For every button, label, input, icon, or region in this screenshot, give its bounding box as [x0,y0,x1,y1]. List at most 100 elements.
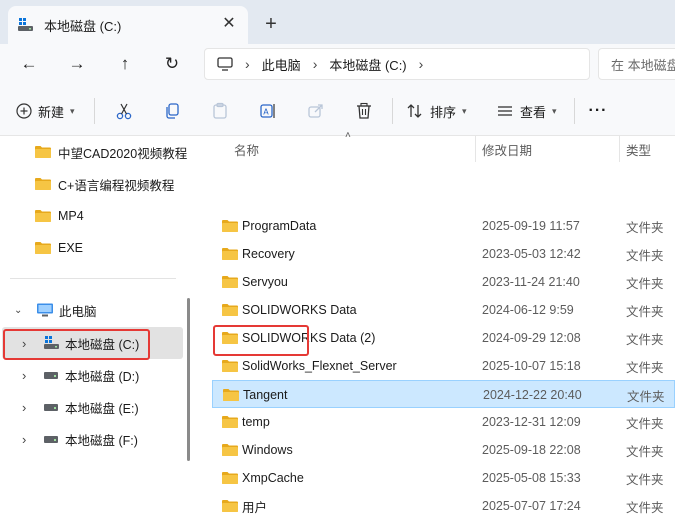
share-button[interactable] [304,96,328,126]
file-type: 文件夹 [626,416,664,431]
chevron-down-icon: ▾ [70,105,75,116]
column-divider[interactable] [619,136,620,162]
clipboard-icon [211,102,229,120]
file-modified: 2025-10-07 15:18 [482,359,581,373]
file-row[interactable]: Recovery 2023-05-03 12:42 文件夹 [212,240,675,268]
more-options-button[interactable]: ··· [584,96,612,126]
sidebar-item-folder[interactable]: EXE [0,232,184,264]
sidebar-item-drive-e[interactable]: › 本地磁盘 (E:) [0,391,184,423]
file-modified: 2023-11-24 21:40 [482,275,580,289]
file-modified: 2025-05-08 15:33 [482,471,581,485]
file-type: 文件夹 [626,332,664,347]
drive-icon [44,435,58,443]
navigation-pane: 中望CAD2020视频教程 C+语言编程视频教程 MP4 EXE ⌄ 此电脑 ›… [0,136,192,461]
file-row[interactable]: ProgramData 2025-09-19 11:57 文件夹 [212,212,675,240]
folder-icon [222,416,238,431]
new-button[interactable]: 新建 ▾ [16,96,75,126]
sidebar-item-drive-d[interactable]: › 本地磁盘 (D:) [0,359,184,391]
file-row[interactable]: 用户 2025-07-07 17:24 文件夹 [212,492,675,520]
file-modified: 2025-07-07 17:24 [482,499,581,513]
sidebar-item-label: EXE [58,241,84,255]
forward-button[interactable]: → [62,49,92,79]
trash-icon [355,102,373,120]
toolbar-divider [94,98,95,124]
file-row[interactable]: SolidWorks_Flexnet_Server 2025-10-07 15:1… [212,352,675,380]
svg-text:A: A [263,108,269,117]
file-type: 文件夹 [626,220,664,235]
tab-title: 本地磁盘 (C:) [44,18,122,34]
address-bar[interactable]: › 此电脑 › 本地磁盘 (C:) › [204,48,590,80]
sidebar-scrollbar[interactable] [187,298,190,461]
file-list: ˄ 名称 修改日期 类型 ProgramData 2025-09-19 11:57… [200,130,675,515]
folder-icon [222,248,238,263]
file-type: 文件夹 [626,444,664,459]
folder-icon [222,220,238,235]
refresh-button[interactable]: ↻ [157,49,187,79]
folder-icon [35,210,51,222]
file-type: 文件夹 [626,248,664,263]
tab-local-disk-c[interactable]: 本地磁盘 (C:) [8,6,248,44]
column-modified[interactable]: 修改日期 [482,136,532,162]
view-label: 查看 [520,104,547,120]
arrow-up-icon: ↑ [120,54,130,73]
column-divider[interactable] [475,136,476,162]
file-type: 文件夹 [627,389,665,404]
close-tab-button[interactable]: ✕ [216,10,242,36]
sidebar-item-folder[interactable]: C+语言编程视频教程 [0,168,184,200]
file-modified: 2023-05-03 12:42 [482,247,581,261]
sidebar-item-this-pc[interactable]: ⌄ 此电脑 [0,294,184,326]
sort-icon [406,102,424,120]
breadcrumb-local-disk-c[interactable]: 本地磁盘 (C:) [329,55,406,74]
chevron-right-icon: › [245,56,250,72]
sidebar-item-label: 此电脑 [59,304,97,319]
sidebar-item-label: 本地磁盘 (D:) [65,369,140,384]
file-row[interactable]: XmpCache 2025-05-08 15:33 文件夹 [212,464,675,492]
sidebar-item-drive-f[interactable]: › 本地磁盘 (F:) [0,423,184,455]
refresh-icon: ↻ [164,54,180,73]
tab-bar: 本地磁盘 (C:) ✕ + [0,0,675,44]
search-input[interactable]: 在 本地磁盘 [598,48,675,80]
column-name[interactable]: 名称 [234,136,259,162]
file-row[interactable]: Tangent 2024-12-22 20:40 文件夹 [212,380,675,408]
sort-ascending-icon: ˄ [345,130,351,141]
column-type[interactable]: 类型 [626,136,651,162]
folder-icon [222,276,238,291]
view-button[interactable]: 查看 ▾ [496,96,557,126]
chevron-right-icon: › [22,399,27,415]
folder-icon [222,472,238,487]
breadcrumb-this-pc[interactable]: 此电脑 [262,55,301,74]
file-row[interactable]: SOLIDWORKS Data 2024-06-12 9:59 文件夹 [212,296,675,324]
file-modified: 2025-09-18 22:08 [482,443,581,457]
file-row[interactable]: Servyou 2023-11-24 21:40 文件夹 [212,268,675,296]
file-row[interactable]: Windows 2025-09-18 22:08 文件夹 [212,436,675,464]
file-modified: 2023-12-31 12:09 [482,415,581,429]
sidebar-item-folder[interactable]: MP4 [0,200,184,232]
file-name: XmpCache [242,471,304,485]
file-type: 文件夹 [626,500,664,515]
delete-button[interactable] [352,96,376,126]
sort-label: 排序 [430,104,457,120]
sidebar-item-label: C+语言编程视频教程 [58,178,175,193]
file-modified: 2024-06-12 9:59 [482,303,574,317]
chevron-down-icon: ⌄ [14,304,23,316]
chevron-right-icon[interactable]: › [419,56,424,72]
share-icon [307,102,325,120]
back-button[interactable]: ← [14,49,44,79]
paste-button[interactable] [208,96,232,126]
sort-button[interactable]: 排序 ▾ [406,96,467,126]
new-tab-button[interactable]: + [256,9,286,39]
plus-icon: + [265,12,277,35]
file-name: temp [242,415,270,429]
file-name: Tangent [243,388,288,402]
sidebar-item-folder[interactable]: 中望CAD2020视频教程 [0,136,187,168]
file-row[interactable]: temp 2023-12-31 12:09 文件夹 [212,408,675,436]
column-header: ˄ 名称 修改日期 类型 [200,130,675,162]
command-bar: 新建 ▾ A 排序 ▾ 查看 ▾ ··· [0,84,675,136]
up-button[interactable]: ↑ [110,49,140,79]
copy-button[interactable] [160,96,184,126]
rename-button[interactable]: A [256,96,280,126]
folder-icon [222,304,238,319]
chevron-down-icon: ▾ [462,105,467,116]
file-modified: 2024-09-29 12:08 [482,331,581,345]
cut-button[interactable] [112,96,136,126]
